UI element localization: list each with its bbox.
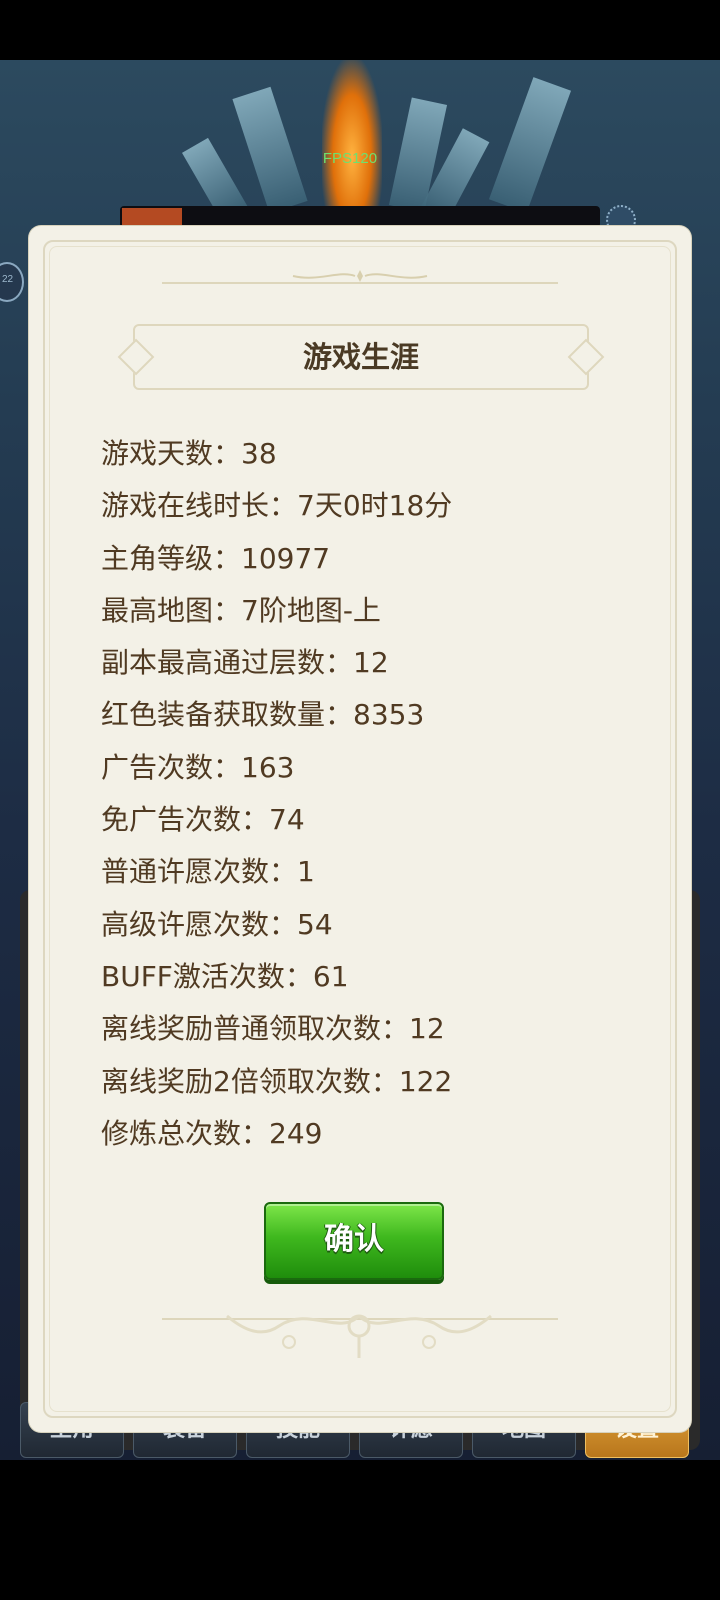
stat-dungeon-floor: 副本最高通过层数：12 (101, 646, 389, 680)
stat-highest-map: 最高地图：7阶地图-上 (101, 593, 381, 627)
dialog-title-text: 游戏生涯 (302, 340, 419, 374)
flame-effect (322, 60, 382, 220)
boss-hp-bar (120, 206, 600, 228)
career-dialog: 游戏生涯 游戏天数：38 游戏在线时长：7天0时18分 主角等级：10977 最… (29, 226, 691, 1432)
crystal-decoration (232, 86, 308, 214)
fps-counter: FPS120 (322, 150, 378, 167)
confirm-button-label: 确认 (324, 1222, 384, 1257)
crystal-decoration (488, 77, 572, 213)
bottom-ornament-icon (226, 1314, 492, 1358)
stat-normal-wish: 普通许愿次数：1 (101, 855, 315, 889)
stat-red-equipment: 红色装备获取数量：8353 (101, 698, 425, 732)
dialog-title: 游戏生涯 (133, 324, 589, 390)
stat-ad-free-count: 免广告次数：74 (101, 803, 305, 837)
stat-cultivation-total: 修炼总次数：249 (101, 1116, 323, 1150)
stat-play-days: 游戏天数：38 (101, 437, 277, 470)
confirm-button[interactable]: 确认 (264, 1202, 444, 1280)
stat-offline-normal: 离线奖励普通领取次数：12 (101, 1012, 445, 1046)
boss-hp-fill (122, 208, 182, 226)
side-badge-label: 22 (2, 274, 14, 285)
stat-hero-level: 主角等级：10977 (101, 541, 331, 575)
stat-ad-count: 广告次数：163 (101, 750, 295, 784)
stat-advanced-wish: 高级许愿次数：54 (101, 907, 333, 941)
stat-buff-activations: BUFF激活次数：61 (101, 959, 349, 993)
stat-offline-double: 离线奖励2倍领取次数：122 (101, 1064, 453, 1098)
stats-list: 游戏天数：38 游戏在线时长：7天0时18分 主角等级：10977 最高地图：7… (101, 428, 641, 1160)
top-divider (162, 282, 558, 284)
stat-online-time: 游戏在线时长：7天0时18分 (101, 489, 453, 523)
